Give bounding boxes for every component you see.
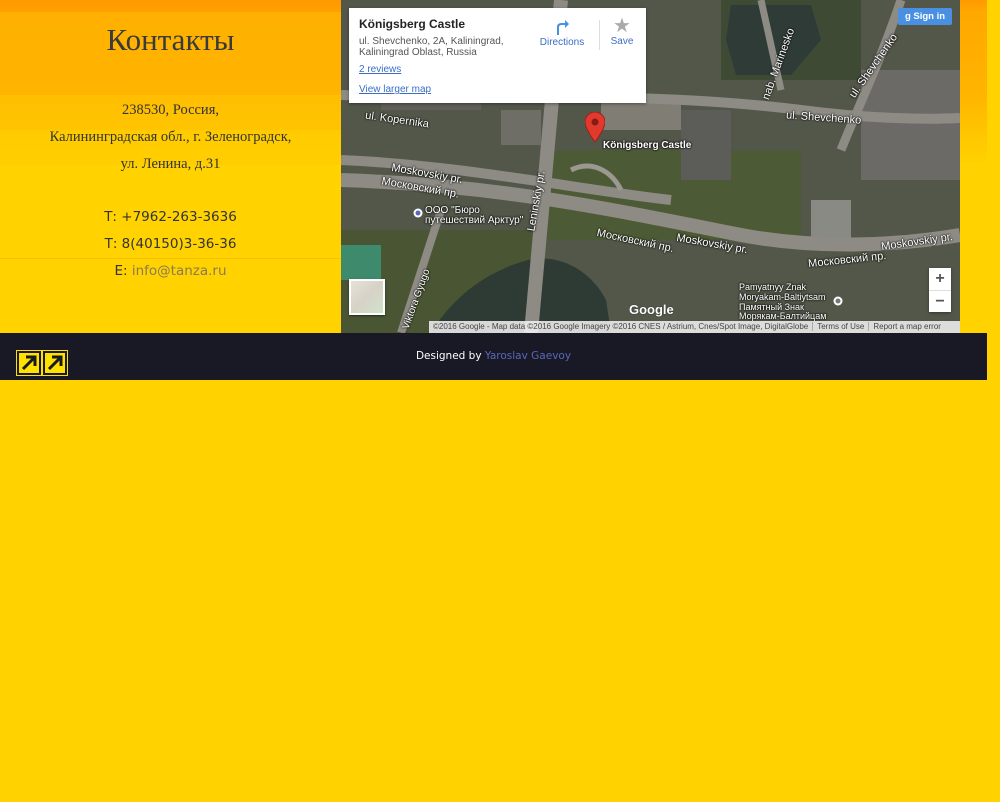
poi-label: Moryakam-Baltiytsam bbox=[739, 292, 826, 302]
reviews-link[interactable]: 2 reviews bbox=[359, 64, 401, 75]
attribution-text: ©2016 Google - Map data ©2016 Google Ima… bbox=[433, 322, 809, 331]
map-attribution-bar: ©2016 Google - Map data ©2016 Google Ima… bbox=[429, 321, 960, 333]
zoom-out-button[interactable]: − bbox=[929, 291, 951, 313]
star-icon: ★ bbox=[613, 15, 631, 37]
credit-prefix: Designed by bbox=[415, 350, 485, 362]
sign-in-button[interactable]: g Sign in bbox=[898, 8, 952, 25]
directions-label: Directions bbox=[539, 37, 585, 48]
address-line-1: 238530, Россия, bbox=[122, 102, 219, 118]
contact-details: Т: +7962-263-3636 Т: 8(40150)3-36-36 E: … bbox=[0, 204, 341, 285]
terms-link[interactable]: Terms of Use bbox=[812, 322, 869, 331]
designer-credit: Designed by Yaroslav Gaevoy bbox=[0, 350, 987, 362]
save-button[interactable]: ★ Save bbox=[607, 16, 637, 47]
report-error-link[interactable]: Report a map error bbox=[868, 322, 945, 331]
email-row: E: info@tanza.ru bbox=[0, 258, 341, 285]
poi-label: Pamyatnyy Znak bbox=[739, 282, 807, 292]
sign-in-label: Sign in bbox=[913, 11, 946, 22]
google-map[interactable]: ul. Kopernika ul. Shevchenko ul. Shevche… bbox=[341, 0, 960, 333]
map-marker-icon[interactable] bbox=[585, 112, 605, 144]
directions-icon bbox=[557, 20, 569, 35]
map-type-toggle[interactable] bbox=[349, 279, 385, 315]
place-address: ul. Shevchenko, 2A, Kaliningrad, Kalinin… bbox=[359, 36, 504, 58]
save-label: Save bbox=[610, 36, 634, 47]
phone-landline: Т: 8(40150)3-36-36 bbox=[104, 236, 237, 252]
address-block: 238530, Россия, Калининградская обл., г.… bbox=[0, 97, 341, 178]
poi-icon bbox=[413, 208, 423, 218]
page-title: Контакты bbox=[106, 22, 235, 57]
view-larger-map-link[interactable]: View larger map bbox=[359, 84, 431, 95]
poi-label: путешествий Арктур" bbox=[425, 215, 524, 226]
footer: Designed by Yaroslav Gaevoy bbox=[0, 333, 987, 380]
directions-button[interactable]: Directions bbox=[537, 18, 587, 48]
poi-icon bbox=[833, 296, 843, 306]
email-link[interactable]: info@tanza.ru bbox=[132, 263, 227, 279]
place-name: Königsberg Castle bbox=[359, 17, 466, 31]
page-edge bbox=[987, 0, 1000, 802]
address-line-3: ул. Ленина, д.31 bbox=[120, 156, 221, 172]
google-logo: Google bbox=[629, 302, 674, 317]
designer-link[interactable]: Yaroslav Gaevoy bbox=[485, 350, 571, 362]
zoom-in-button[interactable]: + bbox=[929, 268, 951, 290]
phone-mobile: Т: +7962-263-3636 bbox=[104, 209, 237, 225]
address-line-2: Калининградская обл., г. Зеленоградск, bbox=[49, 129, 292, 145]
divider bbox=[599, 20, 600, 50]
contacts-section: Контакты 238530, Россия, Калининградская… bbox=[0, 0, 341, 333]
zoom-controls: + − bbox=[929, 268, 951, 312]
place-info-card: Königsberg Castle ul. Shevchenko, 2A, Ka… bbox=[349, 8, 646, 103]
poi-label: Морякам-Балтийцам bbox=[739, 311, 827, 321]
header-strip bbox=[960, 0, 987, 333]
email-prefix: E: bbox=[114, 263, 132, 279]
marker-label: Königsberg Castle bbox=[603, 140, 692, 151]
